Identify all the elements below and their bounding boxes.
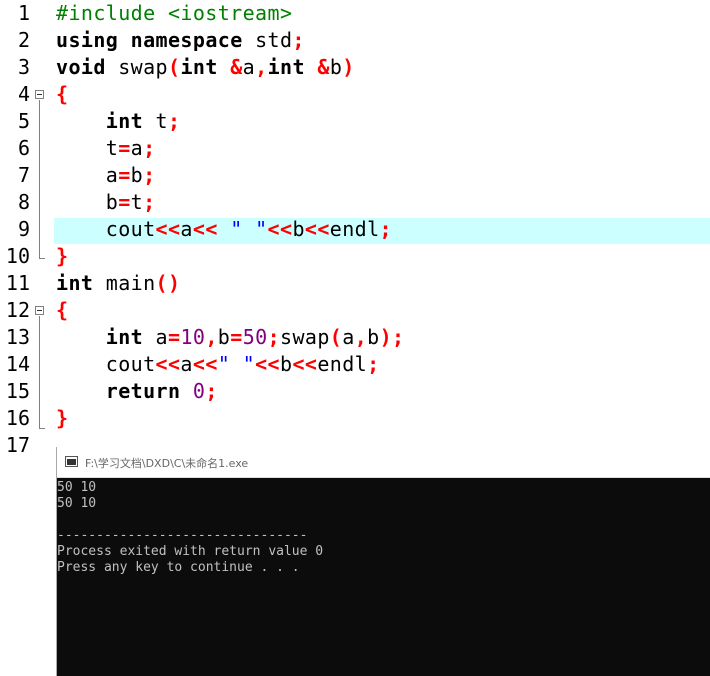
line-number: 7 bbox=[17, 163, 30, 187]
line-number: 13 bbox=[5, 325, 30, 349]
code-text: int main() bbox=[56, 271, 181, 295]
code-line[interactable]: 12 { bbox=[0, 297, 710, 324]
code-line[interactable]: 6 t=a; bbox=[0, 135, 710, 162]
line-number: 14 bbox=[5, 352, 30, 376]
line-number: 15 bbox=[5, 379, 30, 403]
code-text: cout<<a<<" "<<b<<endl; bbox=[56, 352, 380, 376]
code-line[interactable]: 11 int main() bbox=[0, 270, 710, 297]
console-output-line: Press any key to continue . . . bbox=[57, 560, 300, 575]
code-line[interactable]: 5 int t; bbox=[0, 108, 710, 135]
console-output: 50 10 50 10 -----------------------------… bbox=[57, 480, 323, 576]
fold-toggle-swap-icon[interactable] bbox=[35, 90, 44, 99]
line-number: 10 bbox=[5, 244, 30, 268]
code-line[interactable]: 4{ bbox=[0, 81, 710, 108]
code-line[interactable]: 10} bbox=[0, 243, 710, 270]
fold-guide-main bbox=[39, 316, 40, 428]
line-number: 11 bbox=[5, 271, 30, 295]
console-window[interactable]: F:\学习文档\DXD\C\未命名1.exe 50 10 50 10 ------… bbox=[56, 447, 710, 676]
line-number: 6 bbox=[17, 136, 30, 160]
console-output-line: -------------------------------- bbox=[57, 528, 308, 543]
console-output-line: 50 10 bbox=[57, 480, 97, 495]
line-number: 9 bbox=[17, 217, 30, 241]
line-number: 2 bbox=[17, 28, 30, 52]
line-number: 4 bbox=[17, 82, 30, 106]
code-text: } bbox=[56, 244, 69, 268]
line-number: 8 bbox=[17, 190, 30, 214]
code-text: a=b; bbox=[56, 163, 156, 187]
console-output-line: 50 10 bbox=[57, 496, 97, 511]
code-text: { bbox=[56, 82, 69, 106]
line-number: 1 bbox=[17, 1, 30, 25]
code-text: cout<<a<< " "<<b<<endl; bbox=[56, 217, 392, 241]
code-line[interactable]: 13 int a=10,b=50;swap(a,b); bbox=[0, 324, 710, 351]
line-number: 17 bbox=[5, 433, 30, 457]
code-line[interactable]: 14 cout<<a<<" "<<b<<endl; bbox=[0, 351, 710, 378]
line-number: 3 bbox=[17, 55, 30, 79]
code-line[interactable]: 9 cout<<a<< " "<<b<<endl; bbox=[0, 216, 710, 244]
code-text: } bbox=[56, 406, 69, 430]
console-window-icon bbox=[65, 456, 78, 467]
code-line[interactable]: 2 using namespace std; bbox=[0, 27, 710, 54]
code-text: return 0; bbox=[105, 379, 218, 403]
code-text: { bbox=[56, 298, 69, 322]
fold-guide-swap bbox=[39, 100, 40, 258]
code-line[interactable]: 8 b=t; bbox=[0, 189, 710, 216]
fold-end-swap bbox=[39, 258, 45, 259]
code-line[interactable]: 3 void swap(int &a,int &b) bbox=[0, 54, 710, 81]
code-line[interactable]: 15 return 0; bbox=[0, 378, 710, 405]
code-text: void swap(int &a,int &b) bbox=[56, 55, 355, 79]
line-number: 5 bbox=[17, 109, 30, 133]
code-line[interactable]: 7 a=b; bbox=[0, 162, 710, 189]
code-line[interactable]: 16} bbox=[0, 405, 710, 432]
code-text: t=a; bbox=[56, 136, 156, 160]
code-text: using namespace std; bbox=[56, 28, 305, 52]
code-text: int a=10,b=50;swap(a,b); bbox=[105, 325, 405, 349]
fold-toggle-main-icon[interactable] bbox=[35, 306, 44, 315]
fold-end-main bbox=[39, 428, 45, 429]
line-number: 12 bbox=[5, 298, 30, 322]
code-text: b=t; bbox=[56, 190, 156, 214]
line-number: 16 bbox=[5, 406, 30, 430]
code-text: #include <iostream> bbox=[56, 1, 293, 25]
code-line[interactable]: 1 #include <iostream> bbox=[0, 0, 710, 27]
console-output-line: Process exited with return value 0 bbox=[57, 544, 324, 559]
console-title: F:\学习文档\DXD\C\未命名1.exe bbox=[85, 457, 249, 470]
console-titlebar[interactable]: F:\学习文档\DXD\C\未命名1.exe bbox=[57, 447, 710, 478]
code-text: int t; bbox=[105, 109, 181, 133]
